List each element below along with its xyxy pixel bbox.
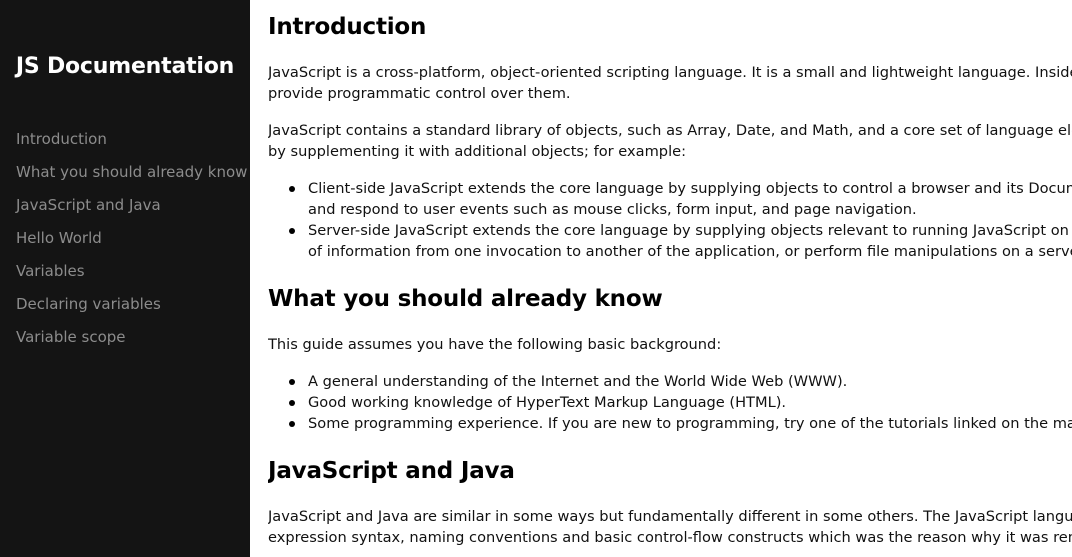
bullet-icon (289, 421, 295, 427)
bullet-icon (289, 379, 295, 385)
section-javascript-and-java: JavaScript and Java JavaScript and Java … (268, 434, 1072, 548)
bullet-list: Client-side JavaScript extends the core … (268, 178, 1072, 262)
list-item-line: Good working knowledge of HyperText Mark… (308, 394, 787, 411)
nav-link-list: Introduction What you should already kno… (16, 126, 247, 357)
sidebar-nav: JS Documentation Introduction What you s… (0, 0, 250, 557)
nav-item: Variable scope (16, 324, 247, 357)
list-item-line: Client-side JavaScript extends the core … (308, 180, 1072, 197)
nav-link-variables[interactable]: Variables (16, 262, 85, 280)
nav-link-javascript-and-java[interactable]: JavaScript and Java (16, 196, 161, 214)
bullet-list: A general understanding of the Internet … (268, 371, 1072, 434)
section-heading: What you should already know (268, 286, 663, 312)
list-item: Some programming experience. If you are … (289, 413, 1072, 434)
nav-item: What you should already know (16, 159, 247, 192)
paragraph-line: by supplementing it with additional obje… (268, 143, 687, 160)
nav-item: Hello World (16, 225, 247, 258)
section-what-you-should-already-know: What you should already know This guide … (268, 262, 1072, 434)
bullet-icon (289, 400, 295, 406)
paragraph: JavaScript contains a standard library o… (268, 120, 1072, 162)
nav-link-variable-scope[interactable]: Variable scope (16, 328, 126, 346)
main-content[interactable]: Introduction JavaScript is a cross-platf… (268, 0, 1072, 557)
nav-link-introduction[interactable]: Introduction (16, 130, 107, 148)
bullet-icon (289, 228, 295, 234)
list-item: A general understanding of the Internet … (289, 371, 1072, 392)
paragraph: This guide assumes you have the followin… (268, 336, 722, 353)
list-item-line: and respond to user events such as mouse… (308, 201, 917, 218)
list-item-line: Server-side JavaScript extends the core … (308, 222, 1072, 239)
nav-link-what-you-should-already-know[interactable]: What you should already know (16, 163, 247, 181)
nav-link-hello-world[interactable]: Hello World (16, 229, 102, 247)
section-heading: JavaScript and Java (268, 458, 515, 484)
paragraph: JavaScript is a cross-platform, object-o… (268, 62, 1072, 104)
list-item-line: of information from one invocation to an… (308, 243, 1072, 260)
list-item: Client-side JavaScript extends the core … (289, 178, 1072, 220)
sidebar-title: JS Documentation (15, 54, 235, 79)
list-item: Good working knowledge of HyperText Mark… (289, 392, 1072, 413)
paragraph-line: JavaScript is a cross-platform, object-o… (268, 64, 1072, 81)
paragraph: JavaScript and Java are similar in some … (268, 506, 1072, 548)
list-item-line: A general understanding of the Internet … (308, 373, 848, 390)
section-introduction: Introduction JavaScript is a cross-platf… (268, 0, 1072, 262)
nav-item: Variables (16, 258, 247, 291)
nav-link-declaring-variables[interactable]: Declaring variables (16, 295, 161, 313)
nav-item: JavaScript and Java (16, 192, 247, 225)
section-heading: Introduction (268, 14, 427, 40)
paragraph-line: expression syntax, naming conventions an… (268, 529, 1072, 546)
list-item: Server-side JavaScript extends the core … (289, 220, 1072, 262)
paragraph-line: provide programmatic control over them. (268, 85, 571, 102)
bullet-icon (289, 186, 295, 192)
nav-item: Declaring variables (16, 291, 247, 324)
paragraph-line: JavaScript contains a standard library o… (268, 122, 1072, 139)
list-item-line: Some programming experience. If you are … (308, 415, 1072, 432)
nav-item: Introduction (16, 126, 247, 159)
paragraph-line: JavaScript and Java are similar in some … (268, 508, 1072, 525)
